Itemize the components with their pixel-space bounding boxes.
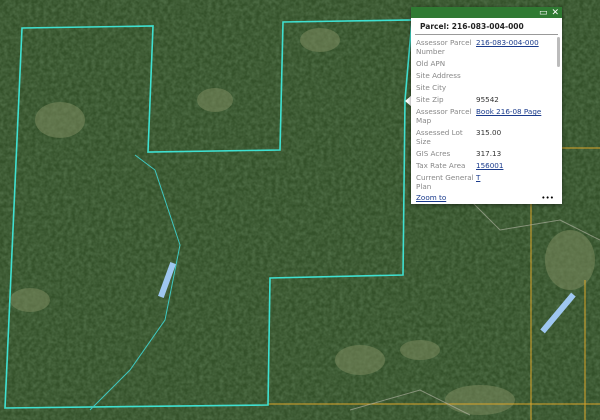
parcel-popup: ▭ ✕ Parcel: 216-083-004-000 Assessor Par… <box>411 7 562 204</box>
attribute-label: GIS Acres <box>416 149 451 158</box>
attribute-row: Old APN <box>416 59 557 68</box>
attribute-list: Assessor Parcel Number 216-083-004-000 Old… <box>411 35 562 191</box>
attribute-value: 216-083-004-000 <box>476 38 557 56</box>
attribute-row: Assessor Parcel Number 216-083-004-000 <box>416 38 557 56</box>
attribute-row: Assessed Lot Size 315.00 <box>416 128 557 146</box>
attribute-value: 95542 <box>476 95 499 104</box>
scrollbar[interactable] <box>557 37 560 67</box>
attribute-value <box>476 59 557 68</box>
popup-title: Parcel: 216-083-004-000 <box>415 18 558 35</box>
attribute-label: Site City <box>416 83 447 92</box>
attribute-value: 317.13 <box>476 149 502 158</box>
zoom-to-link[interactable]: Zoom to <box>416 193 446 202</box>
attribute-row: Site City <box>416 83 557 92</box>
attribute-row: Site Zip 95542 <box>416 95 557 104</box>
attribute-row: GIS Acres 317.13 <box>416 149 557 158</box>
maximize-icon[interactable]: ▭ <box>539 8 548 18</box>
attribute-link[interactable]: 156001 <box>476 161 503 170</box>
attribute-label: Assessed Lot Size <box>416 128 463 146</box>
attribute-link[interactable]: Book 216-08 Page <box>476 107 541 116</box>
attribute-label: Current General Plan <box>416 173 474 191</box>
attribute-link[interactable]: T <box>476 173 480 182</box>
attribute-row: Tax Rate Area 156001 <box>416 161 557 170</box>
attribute-link[interactable]: 216-083-004-000 <box>476 38 539 47</box>
attribute-label: Old APN <box>416 59 446 68</box>
attribute-label: Assessor Parcel Map <box>416 107 472 125</box>
attribute-value <box>476 83 557 92</box>
attribute-value: 156001 <box>476 161 557 170</box>
attribute-value: Book 216-08 Page <box>476 107 557 125</box>
attribute-label: Site Zip <box>416 95 444 104</box>
attribute-label: Tax Rate Area <box>416 161 466 170</box>
attribute-label: Site Address <box>416 71 461 80</box>
attribute-row: Assessor Parcel Map Book 216-08 Page <box>416 107 557 125</box>
attribute-value: 315.00 <box>476 128 502 137</box>
close-icon[interactable]: ✕ <box>551 8 559 18</box>
more-options-icon[interactable]: ••• <box>541 193 554 202</box>
attribute-value: T <box>476 173 557 191</box>
attribute-label: Assessor Parcel Number <box>416 38 472 56</box>
popup-header: ▭ ✕ <box>411 7 562 18</box>
attribute-row: Current General Plan T <box>416 173 557 191</box>
attribute-row: Site Address <box>416 71 557 80</box>
attribute-value <box>476 71 557 80</box>
